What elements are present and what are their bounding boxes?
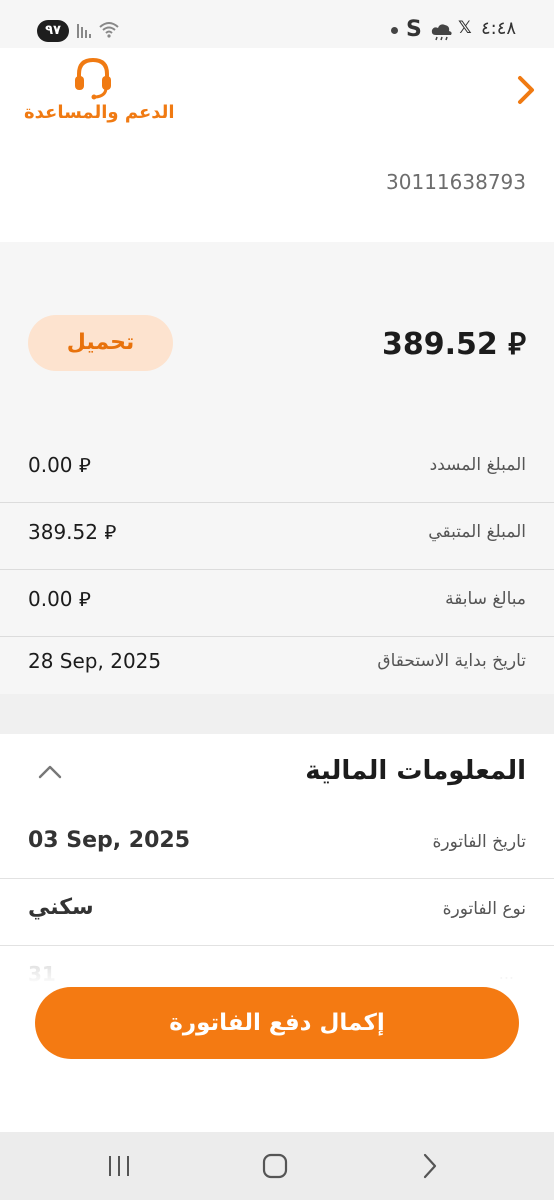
row-value: سكني [28,895,94,920]
home-icon[interactable] [262,1153,288,1179]
support-label: الدعم والمساعدة [24,102,175,123]
support-button[interactable]: الدعم والمساعدة [24,56,175,128]
headset-icon [75,57,111,100]
row-label: المبلغ المتبقي [428,522,526,542]
row-label: مبالغ سابقة [445,589,526,609]
invoice-date-row: تاريخ الفاتورة 03 Sep, 2025 [0,812,554,879]
financial-info-section: المعلومات المالية تاريخ الفاتورة 03 Sep,… [0,734,554,1134]
status-bar: ٩٧ S 𝕏 ٤:٤٨ [0,0,554,48]
notification-dot-icon [391,27,398,34]
row-value: 389.52 ⃁ [28,520,117,544]
due-start-date-row: تاريخ بداية الاستحقاق 28 Sep, 2025 [0,636,554,695]
system-nav-bar [0,1132,554,1200]
weather-cloud-icon [431,24,452,41]
x-app-icon: 𝕏 [458,18,472,38]
row-label: تاريخ بداية الاستحقاق [377,651,526,671]
row-label: تاريخ الفاتورة [432,832,526,852]
row-value: 0.00 ⃁ [28,587,91,611]
previous-amount-row: مبالغ سابقة 0.00 ⃁ [0,570,554,637]
chevron-right-icon[interactable] [512,72,540,108]
account-number: 30111638793 [386,170,526,194]
section-title: المعلومات المالية [305,756,526,786]
row-label: المبلغ المسدد [429,455,526,475]
row-value: 28 Sep, 2025 [28,649,162,673]
section-divider [0,694,554,734]
paid-amount-row: المبلغ المسدد 0.00 ⃁ [0,436,554,503]
s-app-icon: S [406,17,422,42]
complete-payment-button[interactable]: إكمال دفع الفاتورة [35,987,519,1059]
back-icon[interactable] [420,1152,440,1180]
remaining-amount-row: المبلغ المتبقي 389.52 ⃁ [0,503,554,570]
page-header: الدعم والمساعدة 30111638793 [0,48,554,242]
row-value: 03 Sep, 2025 [28,828,191,853]
invoice-type-row: نوع الفاتورة سكني [0,879,554,946]
wifi-icon [99,22,119,38]
bill-summary: تحميل 389.52 ⃁ المبلغ المسدد 0.00 ⃁ المب… [0,242,554,695]
signal-icon [77,24,91,38]
row-label: نوع الفاتورة [442,899,526,919]
chevron-up-icon[interactable] [36,760,64,784]
battery-indicator: ٩٧ [37,20,69,42]
status-time: ٤:٤٨ [481,18,517,39]
total-amount: 389.52 ⃁ [381,327,526,362]
scroll-fade [0,956,554,986]
download-button[interactable]: تحميل [28,315,173,371]
row-value: 0.00 ⃁ [28,453,91,477]
recent-apps-icon[interactable] [106,1154,132,1178]
